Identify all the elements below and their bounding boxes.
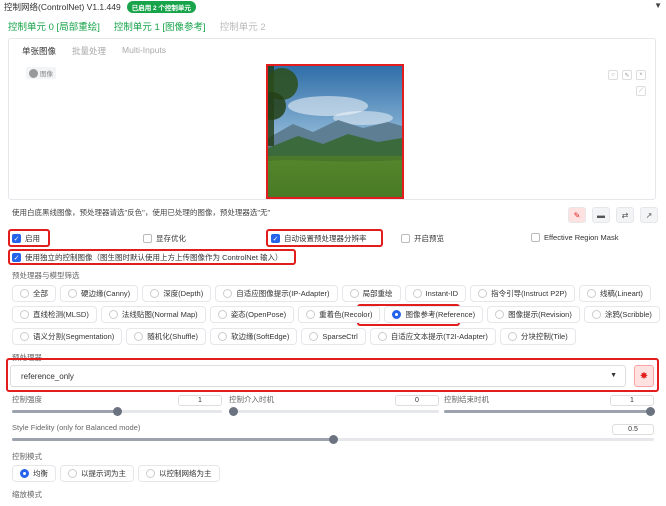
filter-option[interactable]: 自适应图像提示(IP-Adapter): [215, 285, 338, 302]
end-label: 控制结束时机: [444, 395, 489, 404]
end-input[interactable]: 1: [610, 395, 654, 406]
filter-row-3: 语义分割(Segmentation) 随机化(Shuffle) 软边缘(Soft…: [12, 328, 576, 345]
hint-text: 使用白底黑线图像，预处理器请选"反色"，使用已处理的图像，预处理器选"无": [12, 208, 271, 217]
preview-check-icon: [401, 234, 410, 243]
filter-option[interactable]: 全部: [12, 285, 56, 302]
filter-option[interactable]: 涂鸦(Scribble): [583, 306, 660, 323]
separate-image-label: 使用独立的控制图像（图生图时默认使用上方上传图像作为 ControlNet 输入…: [25, 253, 283, 262]
filter-row-2: 直线检测(MLSD) 法线贴图(Normal Map) 姿态(OpenPose)…: [12, 306, 660, 323]
filter-option[interactable]: 分块控制(Tile): [499, 328, 576, 345]
filter-option[interactable]: SparseCtrl: [301, 328, 366, 345]
tab-batch[interactable]: 批量处理: [64, 44, 114, 59]
tab-multi-inputs[interactable]: Multi-Inputs: [114, 44, 174, 59]
effective-region-check-icon: [531, 233, 540, 242]
filter-option[interactable]: 线稿(Lineart): [578, 285, 651, 302]
filter-option[interactable]: 法线贴图(Normal Map): [100, 306, 206, 323]
tab-unit-0[interactable]: 控制单元 0 [局部重绘]: [8, 19, 100, 33]
filter-option[interactable]: 重着色(Recolor): [298, 306, 381, 323]
chevron-down-icon: ▼: [610, 372, 617, 379]
weight-slider[interactable]: [12, 407, 222, 416]
resize-mode-label: 缩放模式: [12, 490, 42, 499]
close-icon[interactable]: ×: [636, 70, 646, 80]
filter-row-1: 全部 硬边缘(Canny) 深度(Depth) 自适应图像提示(IP-Adapt…: [12, 285, 651, 302]
send-dimensions-icon[interactable]: ↗: [640, 207, 658, 223]
control-mode-prompt[interactable]: 以提示词为主: [60, 465, 134, 482]
enable-check-icon: ✓: [12, 234, 21, 243]
filter-option[interactable]: Instant-ID: [404, 285, 467, 302]
preprocessor-value: reference_only: [21, 371, 74, 381]
control-mode-group: 均衡 以提示词为主 以控制网络为主: [12, 465, 220, 482]
controlnet-header[interactable]: 控制网络(ControlNet) V1.1.449 已启用 2 个控制单元 ▼: [0, 0, 666, 14]
control-mode-controlnet[interactable]: 以控制网络为主: [138, 465, 220, 482]
filter-option-reference[interactable]: 图像参考(Reference): [384, 306, 484, 323]
preview-checkbox[interactable]: 开启预览: [401, 233, 444, 244]
collapse-icon[interactable]: ▼: [654, 1, 662, 10]
weight-input[interactable]: 1: [178, 395, 222, 406]
end-slider[interactable]: [444, 407, 655, 416]
filter-option[interactable]: 姿态(OpenPose): [209, 306, 295, 323]
start-label: 控制介入时机: [229, 395, 274, 404]
fidelity-slider[interactable]: [12, 435, 654, 444]
image-icon: [29, 68, 38, 78]
refresh-icon[interactable]: ○: [608, 70, 618, 80]
camera-icon[interactable]: ▬: [592, 207, 610, 223]
image-tabs: 单张图像 批量处理 Multi-Inputs: [14, 44, 174, 59]
image-label: 图像: [26, 67, 56, 79]
low-vram-checkbox[interactable]: 显存优化: [143, 233, 186, 244]
start-slider[interactable]: [229, 407, 439, 416]
swap-icon[interactable]: ⇄: [616, 207, 634, 223]
filter-option[interactable]: 直线检测(MLSD): [12, 306, 97, 323]
low-vram-label: 显存优化: [156, 234, 186, 243]
filter-label: 预处理器与模型筛选: [12, 271, 80, 280]
control-mode-balanced[interactable]: 均衡: [12, 465, 56, 482]
filter-option[interactable]: 软边缘(SoftEdge): [210, 328, 298, 345]
pixel-perfect-checkbox[interactable]: ✓ 自动设置预处理器分辨率: [271, 233, 367, 244]
preview-label: 开启预览: [414, 234, 444, 243]
image-action-buttons: ✎ ▬ ⇄ ↗: [568, 207, 658, 223]
effective-region-mask-checkbox[interactable]: Effective Region Mask: [531, 233, 618, 242]
start-input[interactable]: 0: [395, 395, 439, 406]
pixel-perfect-check-icon: ✓: [271, 234, 280, 243]
brush-icon[interactable]: ⟋: [636, 86, 646, 96]
weight-label: 控制强度: [12, 395, 42, 404]
separate-image-checkbox[interactable]: ✓ 使用独立的控制图像（图生图时默认使用上方上传图像作为 ControlNet …: [12, 252, 283, 263]
filter-option[interactable]: 指令引导(Instruct P2P): [470, 285, 575, 302]
filter-option[interactable]: 自适应文本提示(T2I-Adapter): [369, 328, 496, 345]
tab-single-image[interactable]: 单张图像: [14, 44, 65, 59]
run-preprocessor-icon[interactable]: ✸: [634, 365, 654, 387]
filter-option[interactable]: 局部重绘: [341, 285, 401, 302]
enable-checkbox[interactable]: ✓ 启用: [12, 233, 40, 244]
separate-image-check-icon: ✓: [12, 253, 21, 262]
filter-option[interactable]: 随机化(Shuffle): [126, 328, 206, 345]
controlnet-title: 控制网络(ControlNet) V1.1.449: [4, 2, 121, 12]
image-corner-buttons: ○ ✎ ×: [608, 70, 646, 80]
brush-edit-icon[interactable]: ✎: [568, 207, 586, 223]
filter-option[interactable]: 深度(Depth): [142, 285, 212, 302]
filter-option[interactable]: 图像提示(Revision): [487, 306, 580, 323]
enabled-units-badge: 已启用 2 个控制单元: [126, 1, 196, 13]
tab-unit-2[interactable]: 控制单元 2: [220, 19, 266, 33]
low-vram-check-icon: [143, 234, 152, 243]
fidelity-input[interactable]: 0.5: [612, 424, 654, 435]
unit-tabs: 控制单元 0 [局部重绘] 控制单元 1 [图像参考] 控制单元 2: [8, 17, 266, 35]
effective-region-label: Effective Region Mask: [544, 233, 619, 242]
landscape-image: [268, 66, 402, 197]
fidelity-label: Style Fidelity (only for Balanced mode): [12, 423, 141, 432]
filter-option[interactable]: 语义分割(Segmentation): [12, 328, 123, 345]
image-label-text: 图像: [40, 71, 53, 78]
control-mode-label: 控制模式: [12, 452, 42, 461]
preprocessor-dropdown[interactable]: reference_only ▼: [10, 365, 626, 387]
enable-label: 启用: [25, 234, 40, 243]
edit-icon[interactable]: ✎: [622, 70, 632, 80]
reference-image[interactable]: [266, 64, 404, 199]
filter-option[interactable]: 硬边缘(Canny): [60, 285, 139, 302]
pixel-perfect-label: 自动设置预处理器分辨率: [284, 234, 367, 243]
tab-unit-1[interactable]: 控制单元 1 [图像参考]: [114, 19, 206, 33]
